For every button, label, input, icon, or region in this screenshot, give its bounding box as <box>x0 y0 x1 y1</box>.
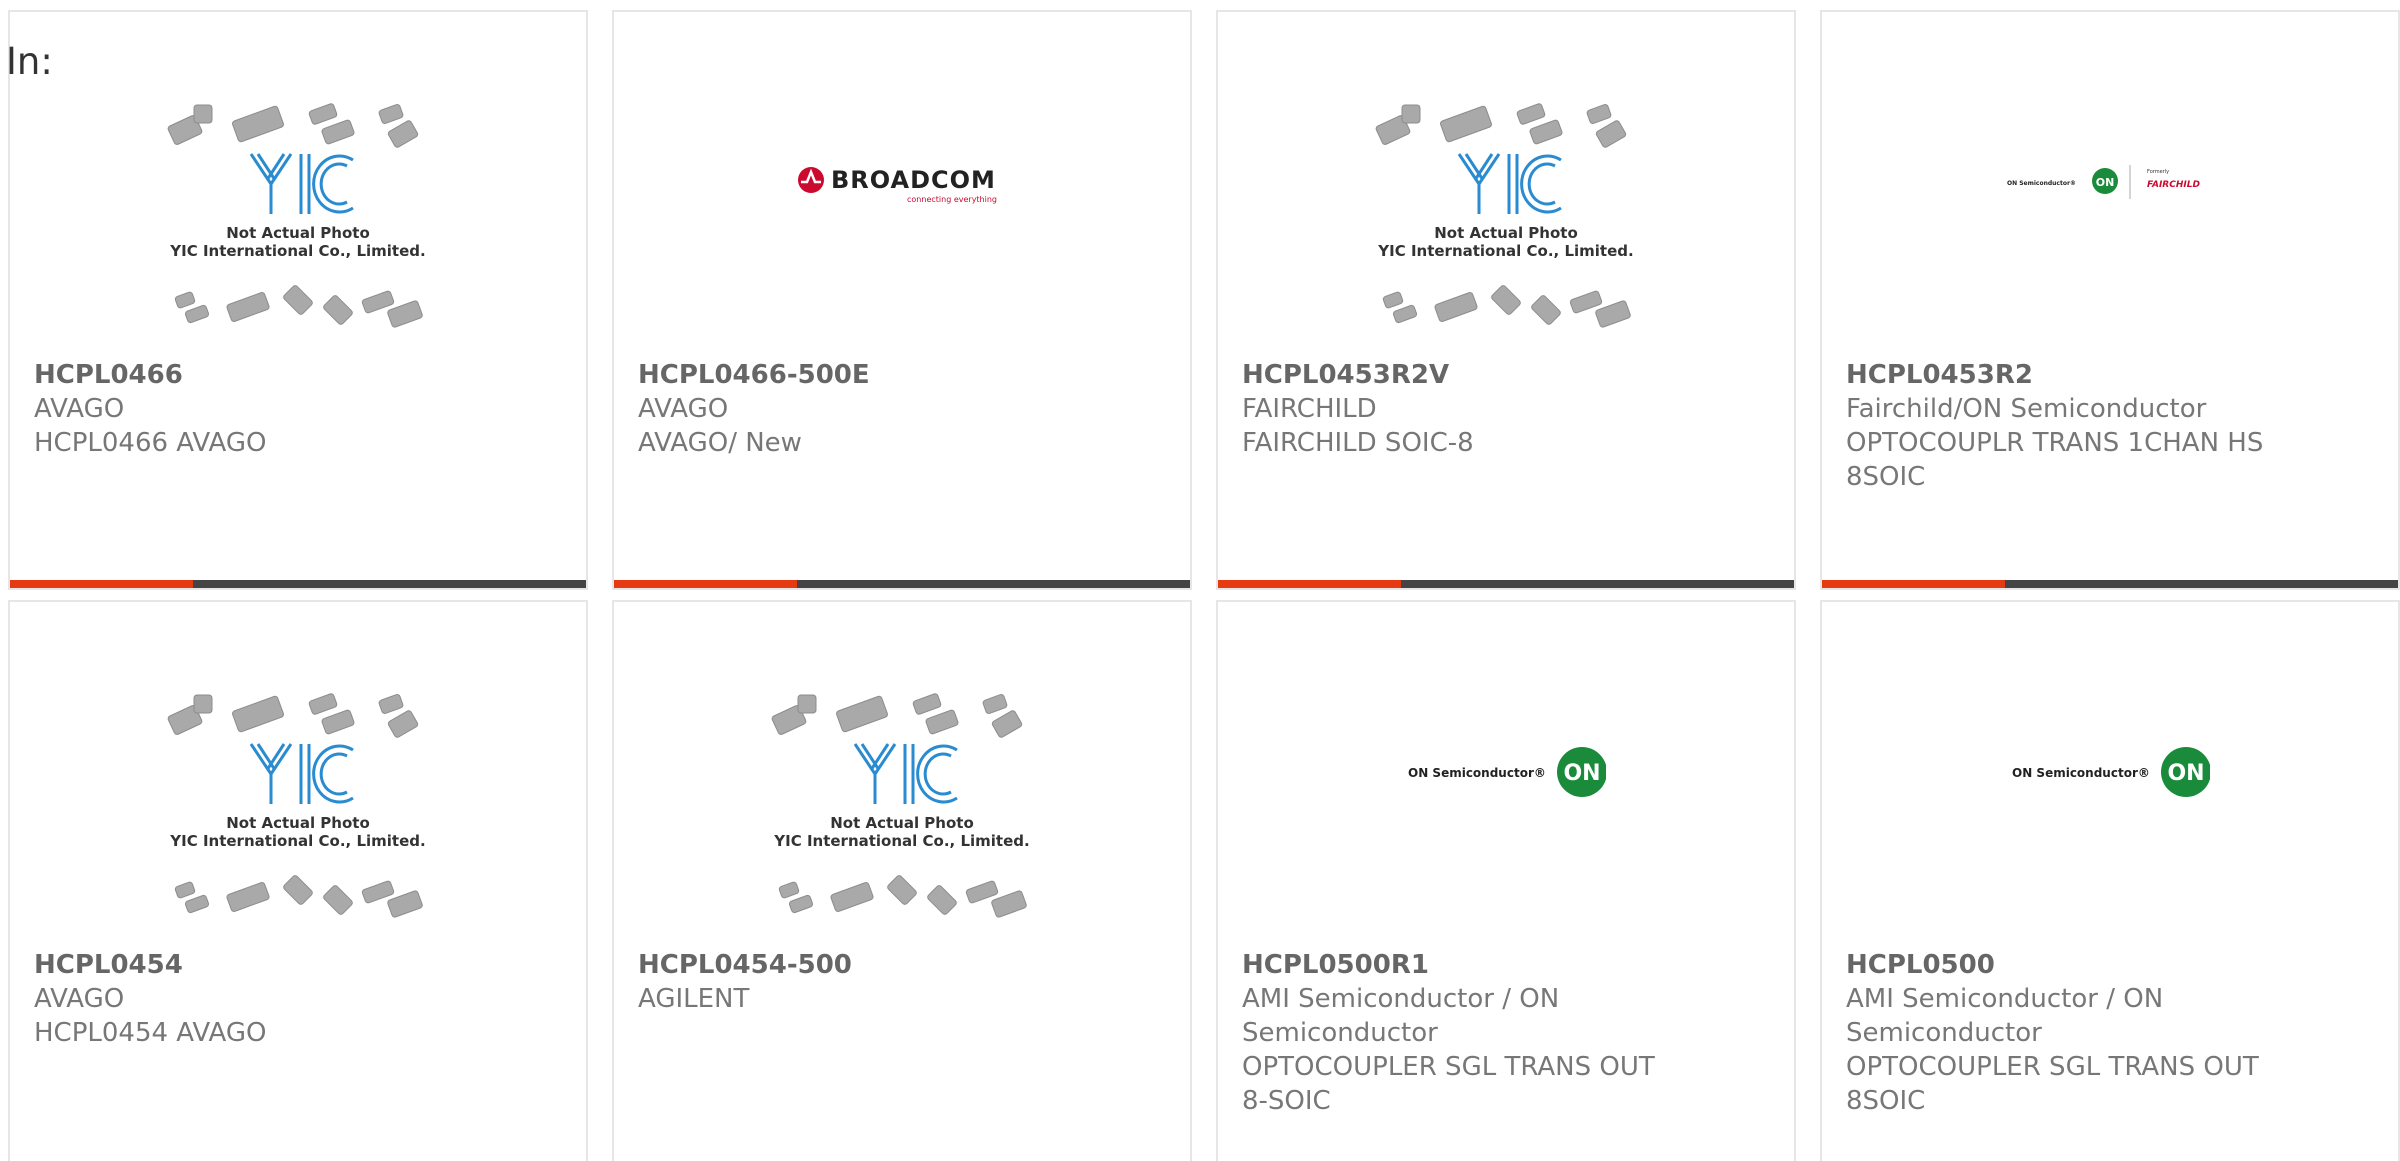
svg-text:Formerly: Formerly <box>2147 169 2169 175</box>
manufacturer: AMI Semiconductor / ON Semiconductor <box>1242 984 1560 1048</box>
product-image: ON Semiconductor® ON <box>1218 672 1794 872</box>
svg-text:ON: ON <box>1563 761 1600 786</box>
svg-text:ON Semiconductor®: ON Semiconductor® <box>1408 766 1546 780</box>
part-number[interactable]: HCPL0466-500E <box>638 358 1070 392</box>
part-number[interactable]: HCPL0500R1 <box>1242 948 1674 982</box>
yic-logo-icon <box>853 743 958 804</box>
on-semiconductor-logo-icon: ON Semiconductor® ON <box>1408 747 1606 797</box>
description: OPTOCOUPLER SGL TRANS OUT 8-SOIC <box>1242 1052 1655 1116</box>
yic-logo-icon <box>249 743 354 804</box>
part-number[interactable]: HCPL0454-500 <box>638 948 1070 982</box>
product-image: Not Actual Photo YIC International Co., L… <box>10 682 586 942</box>
product-card[interactable]: Not Actual Photo YIC International Co., L… <box>1216 10 1796 590</box>
description: FAIRCHILD SOIC-8 <box>1242 428 1474 458</box>
svg-text:YIC International Co., Limited: YIC International Co., Limited. <box>169 832 425 850</box>
card-accent-bar <box>1218 580 1794 588</box>
description: HCPL0466 AVAGO <box>34 428 267 458</box>
manufacturer: Fairchild/ON Semiconductor <box>1846 394 2207 424</box>
product-card[interactable]: ON Semiconductor® ON Formerly FAIRCHILD … <box>1820 10 2400 590</box>
card-accent-bar <box>614 580 1190 588</box>
part-number[interactable]: HCPL0453R2V <box>1242 358 1674 392</box>
manufacturer: AVAGO <box>34 984 125 1014</box>
svg-text:Not Actual Photo: Not Actual Photo <box>226 814 370 832</box>
product-image: BROADCOM connecting everything <box>614 82 1190 282</box>
svg-text:ON: ON <box>2096 176 2115 189</box>
svg-text:Not Actual Photo: Not Actual Photo <box>226 224 370 242</box>
product-image: Not Actual Photo YIC International Co., L… <box>614 682 1190 942</box>
description: OPTOCOUPLR TRANS 1CHAN HS 8SOIC <box>1846 428 2264 492</box>
svg-text:ON: ON <box>2167 761 2204 786</box>
manufacturer: AVAGO <box>34 394 125 424</box>
not-actual-photo-placeholder: Not Actual PhotoYIC International Co., L… <box>167 103 426 328</box>
not-actual-photo-placeholder: Not Actual PhotoYIC International Co., L… <box>1375 103 1634 328</box>
manufacturer: AGILENT <box>638 984 750 1014</box>
svg-text:YIC International Co., Limited: YIC International Co., Limited. <box>1377 242 1633 260</box>
card-accent-bar <box>1822 580 2398 588</box>
manufacturer: FAIRCHILD <box>1242 394 1377 424</box>
svg-text:YIC International Co., Limited: YIC International Co., Limited. <box>169 242 425 260</box>
svg-text:YIC International Co., Limited: YIC International Co., Limited. <box>773 832 1029 850</box>
product-card[interactable]: ON Semiconductor® ON HCPL0500 AMI Semico… <box>1820 600 2400 1161</box>
product-card[interactable]: Not Actual Photo YIC International Co., L… <box>612 600 1192 1161</box>
not-actual-photo-placeholder: Not Actual PhotoYIC International Co., L… <box>167 693 426 918</box>
product-image: Not Actual Photo YIC International Co., L… <box>1218 92 1794 352</box>
svg-text:FAIRCHILD: FAIRCHILD <box>2147 180 2200 190</box>
product-card[interactable]: ON Semiconductor® ON HCPL0500R1 AMI Semi… <box>1216 600 1796 1161</box>
card-accent-bar <box>10 580 586 588</box>
description: OPTOCOUPLER SGL TRANS OUT 8SOIC <box>1846 1052 2259 1116</box>
svg-text:connecting everything: connecting everything <box>907 195 997 204</box>
product-card[interactable]: Not Actual Photo YIC International Co., L… <box>8 600 588 1161</box>
description: AVAGO/ New <box>638 428 802 458</box>
manufacturer: AVAGO <box>638 394 729 424</box>
svg-text:Not Actual Photo: Not Actual Photo <box>830 814 974 832</box>
yic-logo-icon <box>249 153 354 214</box>
svg-text:Not Actual Photo: Not Actual Photo <box>1434 224 1578 242</box>
part-number[interactable]: HCPL0500 <box>1846 948 2278 982</box>
manufacturer: AMI Semiconductor / ON Semiconductor <box>1846 984 2164 1048</box>
on-fairchild-logo-icon: ON Semiconductor® ON Formerly FAIRCHILD <box>2007 165 2200 199</box>
part-number[interactable]: HCPL0466 <box>34 358 466 392</box>
description: HCPL0454 AVAGO <box>34 1018 267 1048</box>
not-actual-photo-placeholder: Not Actual PhotoYIC International Co., L… <box>771 693 1030 918</box>
product-card[interactable]: Not Actual Photo YIC International Co., L… <box>8 10 588 590</box>
yic-logo-icon <box>1457 153 1562 214</box>
on-semiconductor-logo-icon: ON Semiconductor® ON <box>2012 747 2210 797</box>
svg-text:ON Semiconductor®: ON Semiconductor® <box>2012 766 2150 780</box>
part-number[interactable]: HCPL0453R2 <box>1846 358 2278 392</box>
svg-text:ON Semiconductor®: ON Semiconductor® <box>2007 180 2076 187</box>
product-image: ON Semiconductor® ON <box>1822 672 2398 872</box>
part-number[interactable]: HCPL0454 <box>34 948 466 982</box>
svg-text:BROADCOM: BROADCOM <box>831 166 996 194</box>
product-image: Not Actual Photo YIC International Co., L… <box>10 92 586 352</box>
broadcom-logo-icon: BROADCOM connecting everything <box>798 166 997 204</box>
filter-label: In: <box>6 40 53 83</box>
product-image: ON Semiconductor® ON Formerly FAIRCHILD <box>1822 82 2398 282</box>
product-card[interactable]: BROADCOM connecting everything HCPL0466-… <box>612 10 1192 590</box>
